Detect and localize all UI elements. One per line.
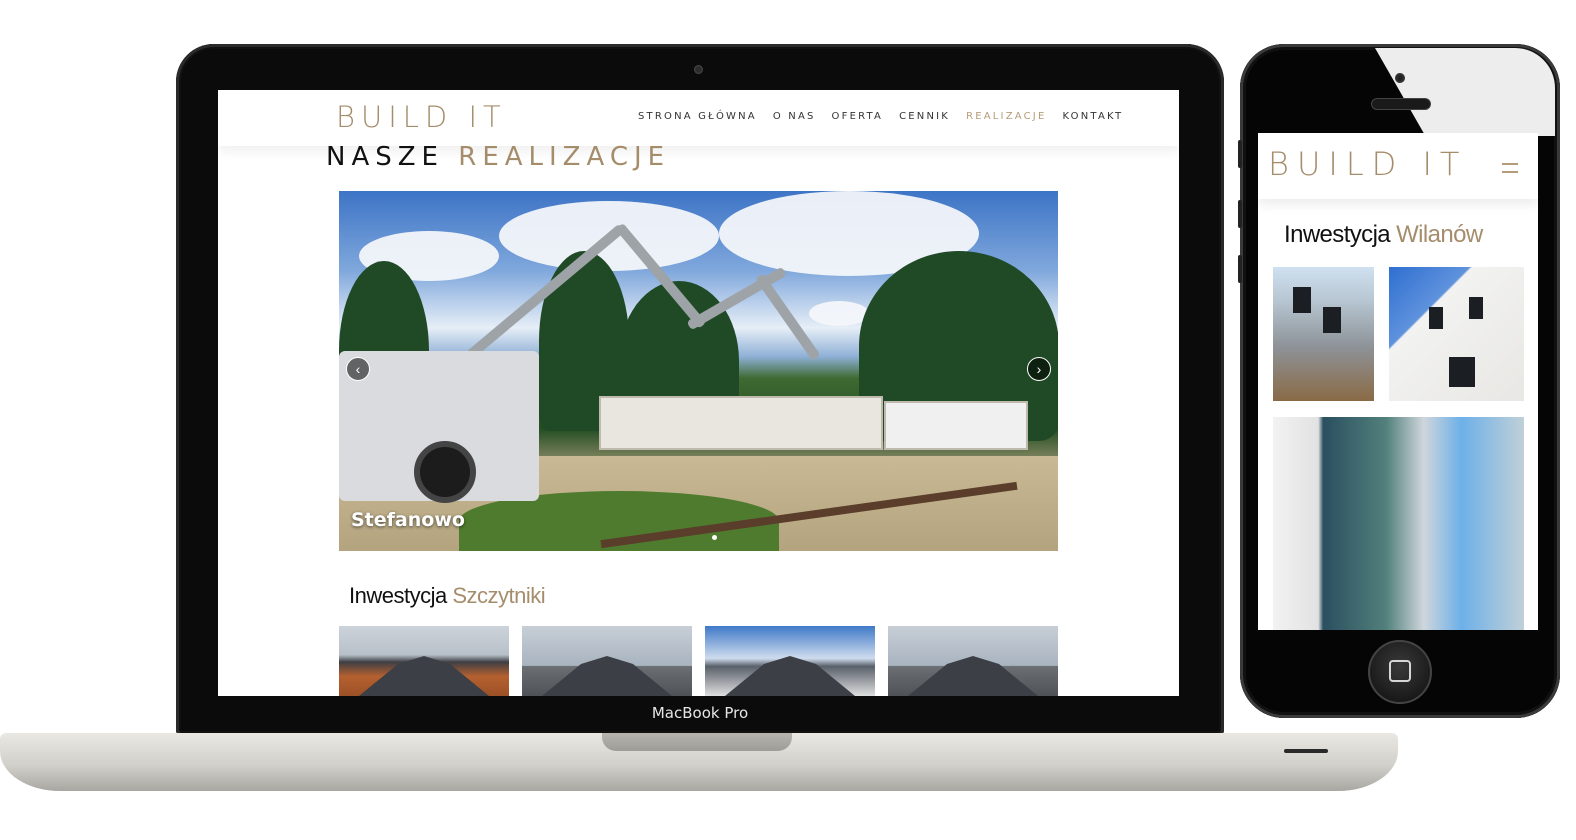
- nav-item-contact[interactable]: KONTAKT: [1062, 111, 1123, 122]
- phone-camera: [1395, 73, 1405, 83]
- mobile-logo[interactable]: BUILD IT: [1268, 145, 1467, 183]
- gallery-thumb[interactable]: [522, 626, 692, 696]
- main-nav: STRONA GŁÓWNA O NAS OFERTA CENNIK REALIZ…: [638, 111, 1123, 122]
- section-title: Inwestycja Szczytniki: [349, 583, 546, 609]
- roof-shape: [542, 656, 672, 696]
- roof-shape: [359, 656, 489, 696]
- nav-item-offer[interactable]: OFERTA: [832, 111, 884, 122]
- roof-shape: [908, 656, 1038, 696]
- gallery-thumb[interactable]: [705, 626, 875, 696]
- window-shape: [1323, 307, 1341, 333]
- chevron-left-icon: ‹: [355, 361, 361, 377]
- site-header: BUILD IT STRONA GŁÓWNA O NAS OFERTA CENN…: [218, 90, 1179, 146]
- phone-side-button: [1238, 255, 1242, 283]
- page-title-part2: REALIZACJE: [458, 142, 671, 172]
- chevron-right-icon: ›: [1036, 361, 1042, 377]
- container-shape: [884, 401, 1028, 450]
- mobile-gallery-image[interactable]: [1273, 267, 1374, 401]
- truck-wheel: [414, 441, 476, 503]
- site-logo[interactable]: BUILD IT: [336, 100, 507, 134]
- phone-screen: BUILD IT Inwestycja Wilanów: [1258, 133, 1538, 630]
- cloud-shape: [809, 301, 869, 326]
- laptop-slot: [1284, 749, 1328, 753]
- window-shape: [1469, 297, 1483, 319]
- window-shape: [1293, 287, 1311, 313]
- slider-prev-button[interactable]: ‹: [346, 357, 370, 381]
- mobile-gallery-image[interactable]: [1273, 417, 1524, 630]
- phone-speaker: [1371, 98, 1431, 110]
- house-wall-shape: [599, 396, 883, 450]
- laptop-brand-label: MacBook Pro: [651, 704, 749, 722]
- window-shape: [1429, 307, 1443, 329]
- gallery-thumb[interactable]: [888, 626, 1058, 696]
- nav-item-pricing[interactable]: CENNIK: [899, 111, 950, 122]
- mobile-section-title-part2: Wilanów: [1396, 221, 1483, 248]
- phone-side-button: [1238, 140, 1242, 168]
- nav-item-projects[interactable]: REALIZACJE: [966, 111, 1046, 122]
- mobile-section-title-part1: Inwestycja: [1284, 221, 1391, 248]
- page-title-part1: NASZE: [326, 142, 444, 172]
- laptop-camera: [694, 65, 703, 74]
- home-square-icon: [1389, 660, 1411, 682]
- laptop-notch: [602, 733, 792, 751]
- section-title-part1: Inwestycja: [349, 583, 447, 608]
- hamburger-icon[interactable]: [1502, 163, 1518, 173]
- laptop-screen: BUILD IT STRONA GŁÓWNA O NAS OFERTA CENN…: [218, 90, 1179, 696]
- nav-item-home[interactable]: STRONA GŁÓWNA: [638, 111, 757, 122]
- nav-item-about[interactable]: O NAS: [773, 111, 816, 122]
- mobile-header: BUILD IT: [1258, 133, 1538, 199]
- image-slider[interactable]: ‹ › Stefanowo: [339, 191, 1058, 551]
- gallery-thumb[interactable]: [339, 626, 509, 696]
- slider-next-button[interactable]: ›: [1027, 357, 1051, 381]
- phone-side-button: [1238, 200, 1242, 228]
- section-title-part2: Szczytniki: [452, 583, 546, 608]
- slider-dot[interactable]: [712, 535, 717, 540]
- roof-shape: [725, 656, 855, 696]
- mobile-gallery-image[interactable]: [1389, 267, 1524, 401]
- page-title: NASZE REALIZACJE: [326, 142, 670, 172]
- window-shape: [1449, 357, 1475, 387]
- slide-caption: Stefanowo: [351, 509, 465, 531]
- mobile-section-title: Inwestycja Wilanów: [1284, 221, 1483, 249]
